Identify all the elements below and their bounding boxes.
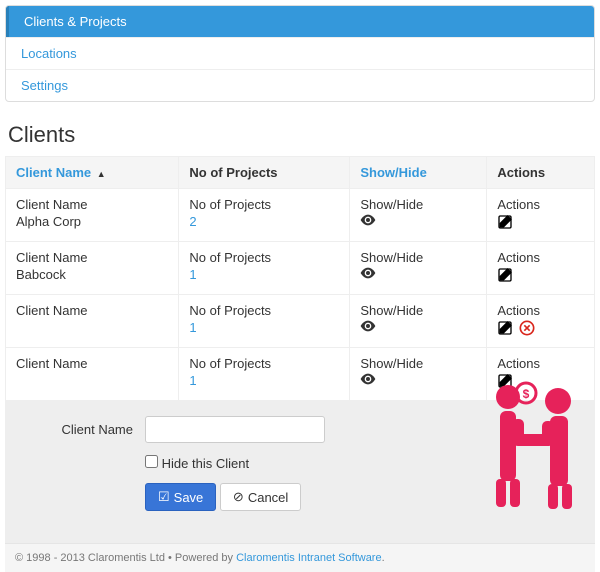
client-name-label: Client Name <box>15 422 145 437</box>
nav-item-locations[interactable]: Locations <box>6 37 594 69</box>
footer-link[interactable]: Claromentis Intranet Software <box>236 552 382 564</box>
delete-icon[interactable] <box>519 320 535 339</box>
cancel-button[interactable]: ⊘ Cancel <box>220 483 301 511</box>
client-name-input[interactable] <box>145 416 325 443</box>
row-project-count-link[interactable]: 1 <box>189 373 339 388</box>
table-row: Client Name Alpha Corp No of Projects 2 Show… <box>6 189 595 242</box>
col-actions: Actions <box>487 157 595 189</box>
row-client-name: Babcock <box>16 267 168 282</box>
row-actions-label: Actions <box>497 197 584 212</box>
hide-client-text: Hide this Client <box>162 456 249 471</box>
row-client-label: Client Name <box>16 303 168 318</box>
sidebar-nav: Clients & Projects Locations Settings <box>5 5 595 102</box>
row-project-count-link[interactable]: 1 <box>189 320 339 335</box>
clients-table: Client Name ▲ No of Projects Show/Hide A… <box>5 156 595 401</box>
table-row: Client Name No of Projects 1 Show/Hide Actio… <box>6 295 595 348</box>
row-actions-label: Actions <box>497 356 584 371</box>
edit-icon[interactable] <box>497 214 513 233</box>
eye-icon[interactable] <box>360 214 476 229</box>
row-count-label: No of Projects <box>189 356 339 371</box>
row-client-label: Client Name <box>16 356 168 371</box>
footer-suffix: . <box>382 552 385 564</box>
nav-item-settings[interactable]: Settings <box>6 69 594 101</box>
page-title: Clients <box>8 122 592 148</box>
edit-icon[interactable] <box>497 267 513 286</box>
row-project-count-link[interactable]: 1 <box>189 267 339 282</box>
row-actions-label: Actions <box>497 303 584 318</box>
table-row: Client Name Babcock No of Projects 1 Show/Hi… <box>6 242 595 295</box>
row-project-count-link[interactable]: 2 <box>189 214 339 229</box>
edit-icon[interactable] <box>497 373 513 392</box>
hide-client-checkbox-label[interactable]: Hide this Client <box>145 455 249 471</box>
eye-icon[interactable] <box>360 373 476 388</box>
col-client-name-label: Client Name <box>16 165 91 180</box>
save-button[interactable]: ☑ Save <box>145 483 216 511</box>
row-showhide-label: Show/Hide <box>360 303 476 318</box>
cancel-button-label: Cancel <box>248 490 288 505</box>
nav-item-clients-projects[interactable]: Clients & Projects <box>6 6 594 37</box>
eye-icon[interactable] <box>360 320 476 335</box>
row-actions-label: Actions <box>497 250 584 265</box>
row-count-label: No of Projects <box>189 303 339 318</box>
save-button-label: Save <box>174 490 204 505</box>
col-show-hide[interactable]: Show/Hide <box>350 157 487 189</box>
ban-icon: ⊘ <box>233 489 244 505</box>
footer-text: © 1998 - 2013 Claromentis Ltd • Powered … <box>15 552 236 564</box>
edit-icon[interactable] <box>497 320 513 339</box>
row-client-name: Alpha Corp <box>16 214 168 229</box>
col-client-name[interactable]: Client Name ▲ <box>6 157 179 189</box>
sort-asc-icon: ▲ <box>97 169 106 179</box>
check-icon: ☑ <box>158 489 170 505</box>
table-row: Client Name No of Projects 1 Show/Hide Actio… <box>6 348 595 401</box>
eye-icon[interactable] <box>360 267 476 282</box>
row-showhide-label: Show/Hide <box>360 250 476 265</box>
row-showhide-label: Show/Hide <box>360 356 476 371</box>
row-client-label: Client Name <box>16 197 168 212</box>
row-count-label: No of Projects <box>189 250 339 265</box>
row-showhide-label: Show/Hide <box>360 197 476 212</box>
col-no-of-projects: No of Projects <box>179 157 350 189</box>
footer: © 1998 - 2013 Claromentis Ltd • Powered … <box>5 543 595 572</box>
row-client-label: Client Name <box>16 250 168 265</box>
hide-client-checkbox[interactable] <box>145 455 158 468</box>
row-count-label: No of Projects <box>189 197 339 212</box>
